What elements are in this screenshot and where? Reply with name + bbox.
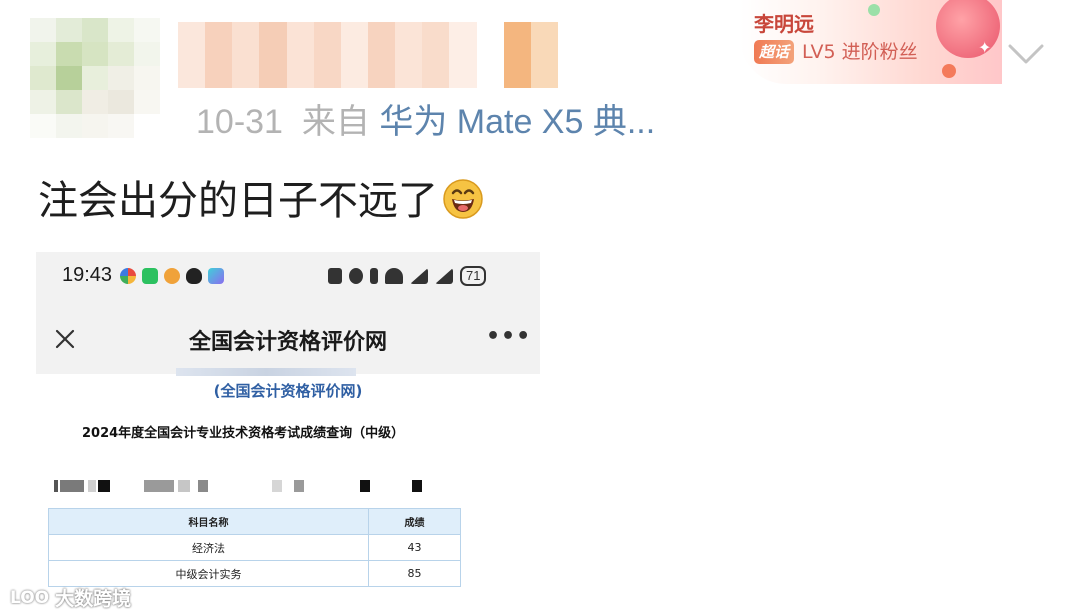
decorative-dot (942, 64, 956, 78)
browser-nav-bar: 全国会计资格评价网 ••• (36, 302, 540, 374)
header-score: 成绩 (368, 508, 461, 535)
post-text: 注会出分的日子不远了 (38, 174, 484, 228)
signal-icon (435, 268, 453, 284)
embedded-screenshot[interactable]: 19:43 71 全国会计资格评价网 ••• (全国会计资格评价网) 2024年… (36, 252, 540, 598)
grades-table: 科目名称 成绩 经济法 43 中级会计实务 85 (48, 508, 461, 587)
post-source-prefix: 来自 (301, 103, 370, 141)
avatar[interactable] (30, 18, 160, 138)
wechat-icon (142, 268, 158, 284)
post-timestamp: 10-31 (196, 103, 283, 141)
table-row: 经济法 43 (48, 534, 461, 561)
fan-level: LV5 进阶粉丝 (802, 41, 918, 63)
nav-title: 全国会计资格评价网 (188, 330, 387, 355)
nfc-icon (328, 268, 342, 284)
qq-icon (186, 268, 202, 284)
post-meta: 10-31 来自 华为 Mate X5 典... (196, 100, 655, 144)
super-topic-tag: 超话 (754, 40, 795, 64)
fan-badge-card[interactable]: ✦ 李明远 超话 LV5 进阶粉丝 (740, 0, 1002, 84)
username-redacted[interactable] (178, 22, 558, 88)
status-time: 19:43 (62, 264, 113, 286)
personal-info-redacted (54, 480, 474, 492)
post-body: 注会出分的日子不远了 (38, 178, 438, 224)
app-notification-icon (120, 268, 136, 284)
site-name: (全国会计资格评价网) (213, 382, 363, 400)
laughing-face-emoji-icon (443, 179, 483, 219)
cropped-header-remnant (176, 368, 356, 376)
table-header-row: 科目名称 成绩 (48, 508, 461, 535)
subject-cell: 经济法 (48, 534, 369, 561)
table-row: 中级会计实务 85 (48, 560, 461, 587)
badge-name: 李明远 (754, 12, 814, 36)
results-heading: 2024年度全国会计专业技术资格考试成绩查询（中级） (82, 426, 405, 441)
decorative-dot (868, 4, 880, 16)
bluetooth-icon (370, 268, 378, 284)
alarm-icon (349, 268, 363, 284)
results-document: (全国会计资格评价网) 2024年度全国会计专业技术资格考试成绩查询（中级） 科… (36, 368, 540, 598)
watermark-text: 大数跨境 (55, 588, 132, 610)
signal-icon (410, 268, 428, 284)
subject-cell: 中级会计实务 (48, 560, 369, 587)
score-cell: 85 (368, 560, 461, 587)
watermark-logo: LOO (10, 587, 50, 608)
watermark: LOO 大数跨境 (10, 584, 131, 611)
wifi-icon (385, 268, 403, 284)
weibo-icon (164, 268, 180, 284)
status-app-icons (120, 268, 224, 284)
chevron-down-icon[interactable] (1006, 40, 1046, 70)
device-source-link[interactable]: 华为 Mate X5 典... (379, 103, 655, 141)
status-bar: 19:43 71 (36, 252, 540, 302)
score-cell: 43 (368, 534, 461, 561)
header-subject: 科目名称 (48, 508, 369, 535)
status-system-icons: 71 (328, 266, 487, 286)
sparkle-icon: ✦ (978, 38, 992, 57)
battery-level: 71 (460, 266, 487, 286)
app-icon (208, 268, 224, 284)
more-options-icon[interactable]: ••• (486, 324, 531, 349)
